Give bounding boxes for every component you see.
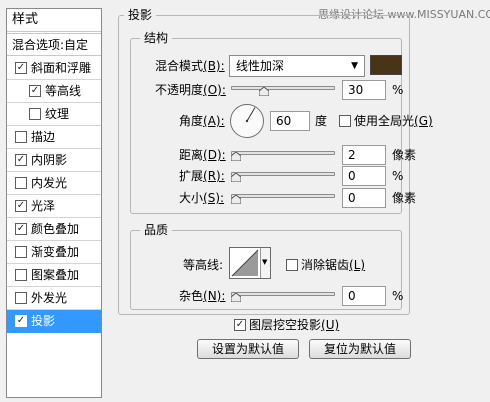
- shadow-color-swatch[interactable]: [370, 55, 402, 75]
- size-input[interactable]: 0: [342, 188, 386, 208]
- distance-unit: 像素: [392, 148, 417, 162]
- blend-mode-select[interactable]: 线性加深 ▼: [229, 55, 365, 77]
- angle-input[interactable]: 60: [270, 111, 310, 131]
- angle-label: 角度(A):: [179, 114, 225, 128]
- opacity-slider-track[interactable]: [231, 86, 335, 90]
- global-light-label: 使用全局光(G): [354, 114, 433, 128]
- style-item-label: 内发光: [31, 176, 68, 190]
- angle-unit: 度: [315, 114, 328, 128]
- style-item[interactable]: 纹理: [7, 103, 101, 126]
- noise-slider-thumb[interactable]: [231, 293, 241, 302]
- style-item[interactable]: ✓ 等高线: [7, 80, 101, 103]
- style-item[interactable]: ✓ 斜面和浮雕: [7, 57, 101, 80]
- blending-options-item[interactable]: 混合选项:自定: [7, 33, 101, 56]
- style-item-label: 渐变叠加: [31, 245, 80, 259]
- style-item-label: 颜色叠加: [31, 222, 80, 236]
- style-item-label: 纹理: [45, 107, 70, 121]
- distance-input[interactable]: 2: [342, 145, 386, 165]
- contour-label: 等高线:: [183, 258, 224, 272]
- spread-slider-thumb[interactable]: [231, 173, 241, 182]
- style-item[interactable]: 渐变叠加: [7, 241, 101, 264]
- style-item[interactable]: ✓ 颜色叠加: [7, 218, 101, 241]
- reset-default-button[interactable]: 复位为默认值: [309, 339, 411, 359]
- distance-label: 距离(D):: [179, 148, 226, 162]
- noise-input[interactable]: 0: [342, 286, 386, 306]
- style-item-label: 外发光: [31, 291, 68, 305]
- style-item-checkbox[interactable]: [15, 177, 27, 189]
- style-item-checkbox[interactable]: [15, 131, 27, 143]
- antialias-label: 消除锯齿(L): [301, 258, 366, 272]
- drop-shadow-title: 投影: [124, 8, 157, 22]
- style-item[interactable]: ✓ 投影: [7, 310, 101, 333]
- style-item-label: 投影: [31, 314, 56, 328]
- chevron-down-icon: ▼: [262, 258, 268, 266]
- spread-unit: %: [392, 169, 404, 183]
- spread-label: 扩展(R):: [179, 169, 225, 183]
- angle-dial-icon: [230, 104, 264, 138]
- quality-title: 品质: [140, 223, 173, 237]
- global-light-checkbox[interactable]: [339, 115, 351, 127]
- noise-unit: %: [392, 289, 404, 303]
- style-item-label: 描边: [31, 130, 56, 144]
- opacity-input[interactable]: 30: [342, 80, 386, 100]
- make-default-button[interactable]: 设置为默认值: [197, 339, 299, 359]
- style-item-label: 光泽: [31, 199, 56, 213]
- structure-title: 结构: [140, 31, 173, 45]
- contour-dropdown-button[interactable]: ▼: [260, 248, 270, 278]
- knockout-checkbox[interactable]: ✓: [234, 319, 246, 331]
- style-item-checkbox[interactable]: ✓: [15, 154, 27, 166]
- noise-label: 杂色(N):: [179, 289, 226, 303]
- style-item-checkbox[interactable]: ✓: [15, 223, 27, 235]
- style-item-checkbox[interactable]: [15, 269, 27, 281]
- style-item[interactable]: 内发光: [7, 172, 101, 195]
- style-item[interactable]: 图案叠加: [7, 264, 101, 287]
- size-label: 大小(S):: [179, 191, 225, 205]
- style-item[interactable]: 描边: [7, 126, 101, 149]
- contour-picker[interactable]: ▼: [229, 247, 271, 279]
- styles-header[interactable]: 样式: [7, 9, 101, 32]
- spread-slider-track[interactable]: [231, 172, 335, 176]
- style-item-checkbox[interactable]: [15, 292, 27, 304]
- style-item-label: 等高线: [45, 84, 82, 98]
- distance-slider-track[interactable]: [231, 151, 335, 155]
- style-list: 样式 混合选项:自定 ✓ 斜面和浮雕 ✓ 等高线纹理描边 ✓ 内阴影内发光 ✓ 光泽 ✓ 颜色叠加…: [6, 8, 102, 398]
- knockout-label: 图层挖空投影(U): [249, 318, 340, 332]
- blend-mode-value: 线性加深: [236, 59, 285, 73]
- style-item-label: 图案叠加: [31, 268, 80, 282]
- opacity-label: 不透明度(O):: [155, 83, 226, 97]
- style-item[interactable]: ✓ 光泽: [7, 195, 101, 218]
- size-slider-track[interactable]: [231, 194, 335, 198]
- style-item-checkbox[interactable]: ✓: [15, 315, 27, 327]
- style-item[interactable]: ✓ 内阴影: [7, 149, 101, 172]
- style-item[interactable]: 外发光: [7, 287, 101, 310]
- style-item-label: 内阴影: [31, 153, 68, 167]
- antialias-checkbox[interactable]: [286, 259, 298, 271]
- noise-slider-track[interactable]: [231, 292, 335, 296]
- style-item-label: 斜面和浮雕: [31, 61, 92, 75]
- spread-input[interactable]: 0: [342, 166, 386, 186]
- style-item-checkbox[interactable]: [15, 246, 27, 258]
- opacity-slider-thumb[interactable]: [259, 87, 269, 96]
- blend-mode-label: 混合模式(B):: [155, 59, 225, 73]
- size-unit: 像素: [392, 191, 417, 205]
- angle-dial[interactable]: [229, 103, 265, 139]
- opacity-unit: %: [392, 83, 404, 97]
- distance-slider-thumb[interactable]: [231, 152, 241, 161]
- style-item-checkbox[interactable]: ✓: [29, 85, 41, 97]
- size-slider-thumb[interactable]: [231, 195, 241, 204]
- chevron-down-icon: ▼: [351, 61, 358, 71]
- style-item-checkbox[interactable]: ✓: [15, 62, 27, 74]
- style-item-checkbox[interactable]: ✓: [15, 200, 27, 212]
- contour-curve-icon: [231, 249, 259, 277]
- style-item-checkbox[interactable]: [29, 108, 41, 120]
